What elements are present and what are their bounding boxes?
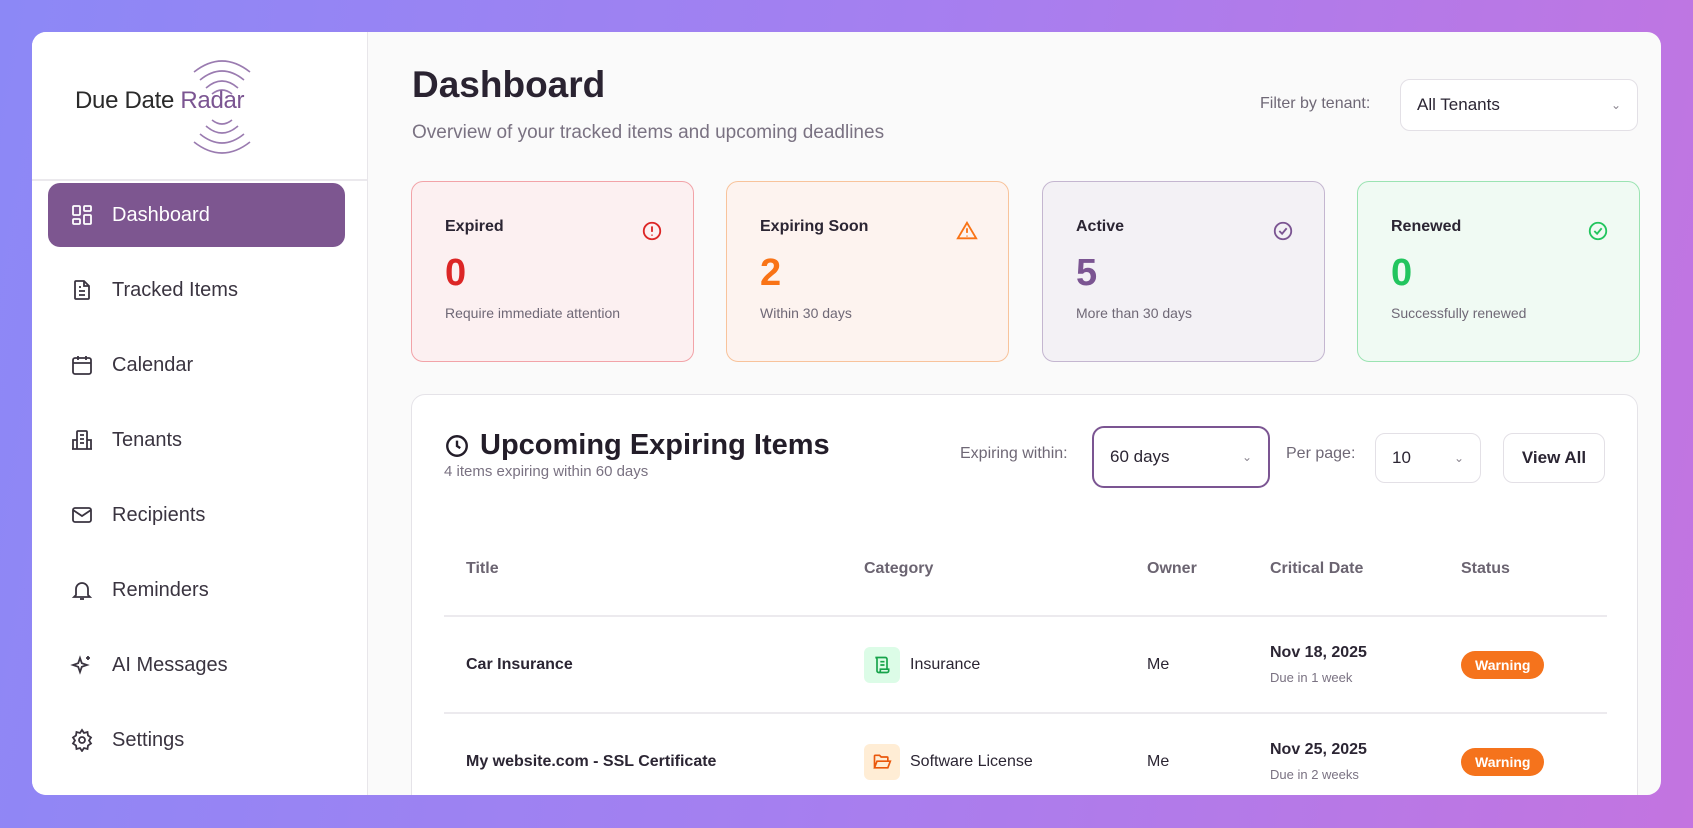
item-owner: Me bbox=[1125, 713, 1248, 795]
page-title: Dashboard bbox=[412, 64, 606, 105]
mail-icon bbox=[72, 507, 92, 523]
column-header-critical-date[interactable]: Critical Date bbox=[1248, 523, 1439, 617]
sidebar-item-settings[interactable]: Settings bbox=[48, 708, 345, 772]
item-title[interactable]: Car Insurance bbox=[444, 616, 842, 714]
stat-card-expiring-soon[interactable]: Expiring Soon 2 Within 30 days bbox=[726, 181, 1009, 362]
card-subtitle: Successfully renewed bbox=[1391, 305, 1527, 321]
status-badge: Warning bbox=[1461, 650, 1545, 679]
column-header-status[interactable]: Status bbox=[1439, 523, 1607, 617]
item-title[interactable]: My website.com - SSL Certificate bbox=[444, 713, 842, 795]
check-circle-icon bbox=[1273, 221, 1293, 241]
sidebar-item-dashboard[interactable]: Dashboard bbox=[48, 183, 345, 247]
chevron-down-icon: ⌄ bbox=[1453, 451, 1464, 465]
sidebar-item-label: Tenants bbox=[112, 428, 183, 451]
card-value: 0 bbox=[1391, 252, 1413, 294]
item-owner: Me bbox=[1125, 616, 1248, 714]
page-subtitle: Overview of your tracked items and upcom… bbox=[412, 122, 885, 143]
brand-name-accent: Radar bbox=[180, 87, 245, 114]
gear-icon bbox=[71, 728, 93, 752]
card-title: Active bbox=[1076, 218, 1125, 235]
item-category: Insurance bbox=[910, 655, 981, 673]
sidebar-nav: Dashboard Tracked Items Calendar Tenants… bbox=[48, 183, 345, 783]
sidebar: Due Date Radar Dashboard Tracked Items C… bbox=[32, 32, 368, 795]
building-icon bbox=[72, 430, 92, 450]
item-category: Software License bbox=[910, 752, 1033, 770]
expiring-within-value: 60 days bbox=[1110, 447, 1170, 466]
upcoming-items-table: Title Category Owner Critical Date Statu… bbox=[444, 523, 1607, 795]
sidebar-item-label: Calendar bbox=[112, 353, 194, 376]
sidebar-item-recipients[interactable]: Recipients bbox=[48, 483, 345, 547]
panel-title: Upcoming Expiring Items bbox=[480, 429, 830, 461]
card-subtitle: More than 30 days bbox=[1076, 305, 1192, 321]
expiring-within-select[interactable]: 60 days ⌄ bbox=[1092, 426, 1270, 488]
stat-card-expired[interactable]: Expired 0 Require immediate attention bbox=[411, 181, 694, 362]
stat-card-active[interactable]: Active 5 More than 30 days bbox=[1042, 181, 1325, 362]
item-due-text: Due in 2 weeks bbox=[1270, 767, 1359, 782]
card-value: 2 bbox=[760, 252, 782, 294]
sidebar-item-reminders[interactable]: Reminders bbox=[48, 558, 345, 622]
brand-name: Due Date bbox=[75, 87, 174, 114]
expiring-within-label: Expiring within: bbox=[960, 445, 1068, 462]
app-window: Due Date Radar Dashboard Tracked Items C… bbox=[32, 32, 1661, 795]
card-title: Renewed bbox=[1391, 218, 1462, 235]
calendar-icon bbox=[72, 356, 92, 375]
sidebar-item-ai-messages[interactable]: AI Messages bbox=[48, 633, 345, 697]
sidebar-item-label: AI Messages bbox=[112, 653, 228, 676]
card-title: Expired bbox=[445, 218, 504, 235]
sidebar-item-label: Reminders bbox=[112, 578, 209, 601]
item-critical-date: Nov 25, 2025 bbox=[1270, 741, 1367, 758]
document-icon bbox=[74, 280, 90, 300]
clock-icon bbox=[446, 434, 468, 457]
per-page-value: 10 bbox=[1392, 448, 1411, 467]
sidebar-item-calendar[interactable]: Calendar bbox=[48, 333, 345, 397]
bell-icon bbox=[71, 582, 93, 600]
sidebar-item-tracked-items[interactable]: Tracked Items bbox=[48, 258, 345, 322]
panel-subtitle: 4 items expiring within 60 days bbox=[444, 463, 649, 480]
main-content: Dashboard Overview of your tracked items… bbox=[368, 32, 1661, 795]
sparkles-icon bbox=[70, 655, 90, 675]
dashboard-grid-icon bbox=[72, 205, 92, 225]
check-circle-icon bbox=[1588, 221, 1608, 241]
table-header-row: Title Category Owner Critical Date Statu… bbox=[444, 523, 1607, 617]
card-value: 5 bbox=[1076, 252, 1098, 294]
card-subtitle: Require immediate attention bbox=[445, 305, 621, 321]
view-all-button[interactable]: View All bbox=[1503, 433, 1605, 483]
sidebar-item-label: Settings bbox=[112, 728, 185, 751]
sidebar-item-tenants[interactable]: Tenants bbox=[48, 408, 345, 472]
tenant-filter-select[interactable]: All Tenants ⌄ bbox=[1400, 79, 1638, 131]
column-header-title[interactable]: Title bbox=[444, 523, 842, 617]
folder-open-icon bbox=[864, 743, 900, 780]
tenant-filter-label: Filter by tenant: bbox=[1260, 95, 1371, 112]
card-title: Expiring Soon bbox=[760, 218, 869, 235]
tenant-filter-value: All Tenants bbox=[1417, 95, 1500, 114]
scroll-icon bbox=[864, 646, 900, 683]
alert-circle-icon bbox=[642, 221, 662, 241]
sidebar-item-label: Dashboard bbox=[112, 203, 210, 226]
sidebar-item-label: Tracked Items bbox=[112, 278, 238, 301]
column-header-category[interactable]: Category bbox=[842, 523, 1125, 617]
card-subtitle: Within 30 days bbox=[760, 305, 852, 321]
item-critical-date: Nov 18, 2025 bbox=[1270, 644, 1367, 661]
item-due-text: Due in 1 week bbox=[1270, 670, 1353, 685]
warning-triangle-icon bbox=[956, 220, 978, 240]
column-header-owner[interactable]: Owner bbox=[1125, 523, 1248, 617]
per-page-select[interactable]: 10 ⌄ bbox=[1375, 433, 1481, 483]
chevron-down-icon: ⌄ bbox=[1610, 98, 1621, 112]
status-badge: Warning bbox=[1461, 747, 1545, 776]
upcoming-items-panel: Upcoming Expiring Items 4 items expiring… bbox=[411, 394, 1638, 795]
chevron-down-icon: ⌄ bbox=[1241, 450, 1252, 464]
per-page-label: Per page: bbox=[1286, 445, 1356, 462]
stat-card-renewed[interactable]: Renewed 0 Successfully renewed bbox=[1357, 181, 1640, 362]
sidebar-item-label: Recipients bbox=[112, 503, 206, 526]
brand-logo[interactable]: Due Date Radar bbox=[32, 32, 367, 181]
card-value: 0 bbox=[445, 252, 467, 294]
table-row[interactable]: Car Insurance Insurance Me Nov 18, 2025 D… bbox=[444, 616, 1607, 714]
table-row[interactable]: My website.com - SSL Certificate Softwar… bbox=[444, 713, 1607, 795]
